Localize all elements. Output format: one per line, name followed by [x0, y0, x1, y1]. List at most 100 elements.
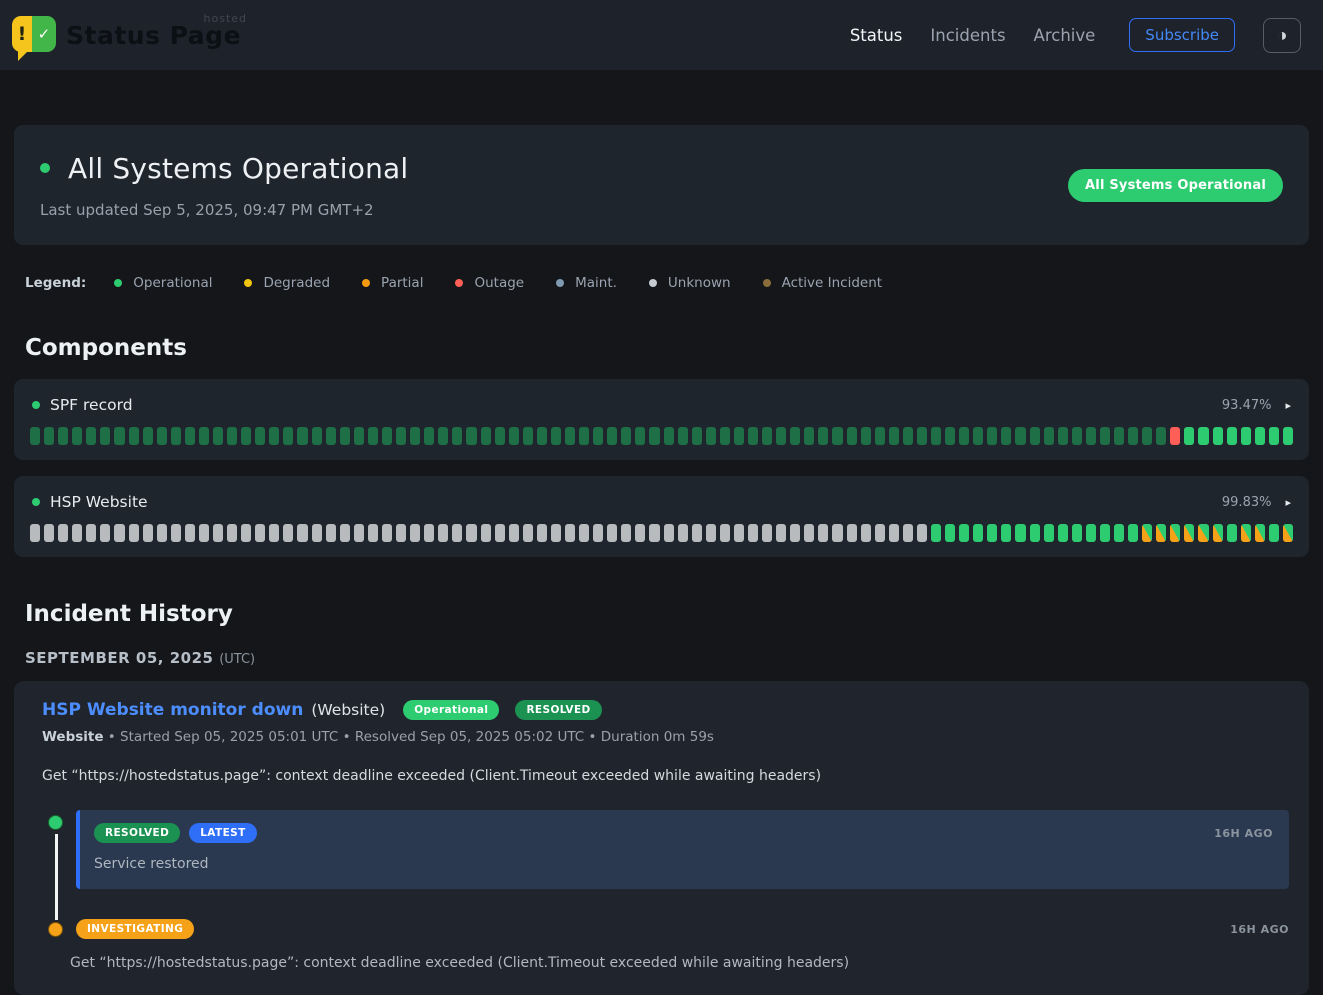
uptime-day-bar[interactable] [903, 427, 913, 445]
uptime-day-bar[interactable] [1213, 524, 1223, 542]
brand[interactable]: ! ✓ Status Page hosted [12, 16, 241, 54]
uptime-day-bar[interactable] [1227, 427, 1237, 445]
uptime-day-bar[interactable] [354, 427, 364, 445]
theme-toggle-button[interactable]: ◑ [1263, 18, 1301, 53]
uptime-day-bar[interactable] [143, 524, 153, 542]
uptime-day-bar[interactable] [621, 524, 631, 542]
uptime-day-bar[interactable] [354, 524, 364, 542]
expand-arrow-icon[interactable]: ▸ [1285, 399, 1291, 412]
uptime-day-bar[interactable] [44, 427, 54, 445]
uptime-day-bar[interactable] [706, 427, 716, 445]
uptime-day-bar[interactable] [297, 524, 307, 542]
uptime-day-bar[interactable] [410, 524, 420, 542]
uptime-day-bar[interactable] [621, 427, 631, 445]
uptime-day-bar[interactable] [1283, 427, 1293, 445]
uptime-day-bar[interactable] [481, 524, 491, 542]
uptime-day-bar[interactable] [1198, 524, 1208, 542]
uptime-day-bar[interactable] [748, 524, 758, 542]
uptime-day-bar[interactable] [523, 524, 533, 542]
uptime-day-bar[interactable] [987, 524, 997, 542]
uptime-day-bar[interactable] [1072, 427, 1082, 445]
uptime-day-bar[interactable] [551, 524, 561, 542]
uptime-day-bar[interactable] [438, 427, 448, 445]
uptime-day-bar[interactable] [466, 427, 476, 445]
uptime-day-bar[interactable] [1030, 427, 1040, 445]
uptime-day-bar[interactable] [1269, 524, 1279, 542]
uptime-day-bar[interactable] [875, 427, 885, 445]
uptime-day-bar[interactable] [129, 427, 139, 445]
uptime-day-bar[interactable] [199, 524, 209, 542]
uptime-day-bar[interactable] [58, 524, 68, 542]
uptime-day-bar[interactable] [973, 524, 983, 542]
uptime-day-bar[interactable] [241, 427, 251, 445]
uptime-day-bar[interactable] [283, 427, 293, 445]
expand-arrow-icon[interactable]: ▸ [1285, 496, 1291, 509]
uptime-day-bar[interactable] [1030, 524, 1040, 542]
uptime-day-bar[interactable] [720, 427, 730, 445]
uptime-day-bar[interactable] [368, 524, 378, 542]
uptime-day-bar[interactable] [368, 427, 378, 445]
uptime-day-bar[interactable] [283, 524, 293, 542]
uptime-day-bar[interactable] [1255, 524, 1265, 542]
uptime-day-bar[interactable] [1241, 524, 1251, 542]
uptime-day-bar[interactable] [297, 427, 307, 445]
uptime-day-bar[interactable] [1255, 427, 1265, 445]
subscribe-button[interactable]: Subscribe [1129, 18, 1235, 52]
uptime-day-bar[interactable] [593, 427, 603, 445]
uptime-day-bar[interactable] [706, 524, 716, 542]
uptime-day-bar[interactable] [72, 427, 82, 445]
uptime-day-bar[interactable] [818, 427, 828, 445]
uptime-day-bar[interactable] [452, 524, 462, 542]
uptime-day-bar[interactable] [748, 427, 758, 445]
uptime-day-bar[interactable] [889, 524, 899, 542]
uptime-day-bar[interactable] [931, 524, 941, 542]
uptime-day-bar[interactable] [424, 524, 434, 542]
uptime-day-bar[interactable] [466, 524, 476, 542]
nav-archive[interactable]: Archive [1034, 26, 1096, 45]
uptime-day-bar[interactable] [1241, 427, 1251, 445]
uptime-day-bar[interactable] [917, 524, 927, 542]
uptime-day-bar[interactable] [776, 427, 786, 445]
uptime-day-bar[interactable] [481, 427, 491, 445]
uptime-day-bar[interactable] [903, 524, 913, 542]
uptime-day-bar[interactable] [579, 524, 589, 542]
uptime-day-bar[interactable] [396, 524, 406, 542]
uptime-day-bar[interactable] [790, 427, 800, 445]
uptime-day-bar[interactable] [495, 427, 505, 445]
uptime-day-bar[interactable] [678, 524, 688, 542]
uptime-day-bar[interactable] [213, 427, 223, 445]
uptime-day-bar[interactable] [931, 427, 941, 445]
uptime-day-bar[interactable] [987, 427, 997, 445]
uptime-day-bar[interactable] [790, 524, 800, 542]
uptime-day-bar[interactable] [1142, 427, 1152, 445]
uptime-day-bar[interactable] [509, 524, 519, 542]
uptime-day-bar[interactable] [114, 427, 124, 445]
uptime-day-bar[interactable] [1072, 524, 1082, 542]
uptime-day-bar[interactable] [1100, 427, 1110, 445]
uptime-day-bar[interactable] [832, 524, 842, 542]
uptime-day-bar[interactable] [58, 427, 68, 445]
uptime-day-bar[interactable] [959, 524, 969, 542]
uptime-day-bar[interactable] [804, 524, 814, 542]
uptime-day-bar[interactable] [157, 524, 167, 542]
uptime-day-bar[interactable] [1156, 524, 1166, 542]
uptime-day-bar[interactable] [678, 427, 688, 445]
uptime-day-bar[interactable] [1114, 427, 1124, 445]
uptime-day-bar[interactable] [565, 427, 575, 445]
uptime-day-bar[interactable] [241, 524, 251, 542]
uptime-day-bar[interactable] [917, 427, 927, 445]
uptime-day-bar[interactable] [171, 427, 181, 445]
uptime-day-bar[interactable] [649, 524, 659, 542]
uptime-day-bar[interactable] [1156, 427, 1166, 445]
uptime-day-bar[interactable] [199, 427, 209, 445]
uptime-day-bar[interactable] [523, 427, 533, 445]
uptime-day-bar[interactable] [255, 524, 265, 542]
uptime-day-bar[interactable] [734, 427, 744, 445]
uptime-day-bar[interactable] [537, 524, 547, 542]
uptime-day-bar[interactable] [1198, 427, 1208, 445]
uptime-day-bar[interactable] [312, 427, 322, 445]
uptime-day-bar[interactable] [593, 524, 603, 542]
uptime-day-bar[interactable] [1269, 427, 1279, 445]
uptime-day-bar[interactable] [1100, 524, 1110, 542]
uptime-day-bar[interactable] [129, 524, 139, 542]
